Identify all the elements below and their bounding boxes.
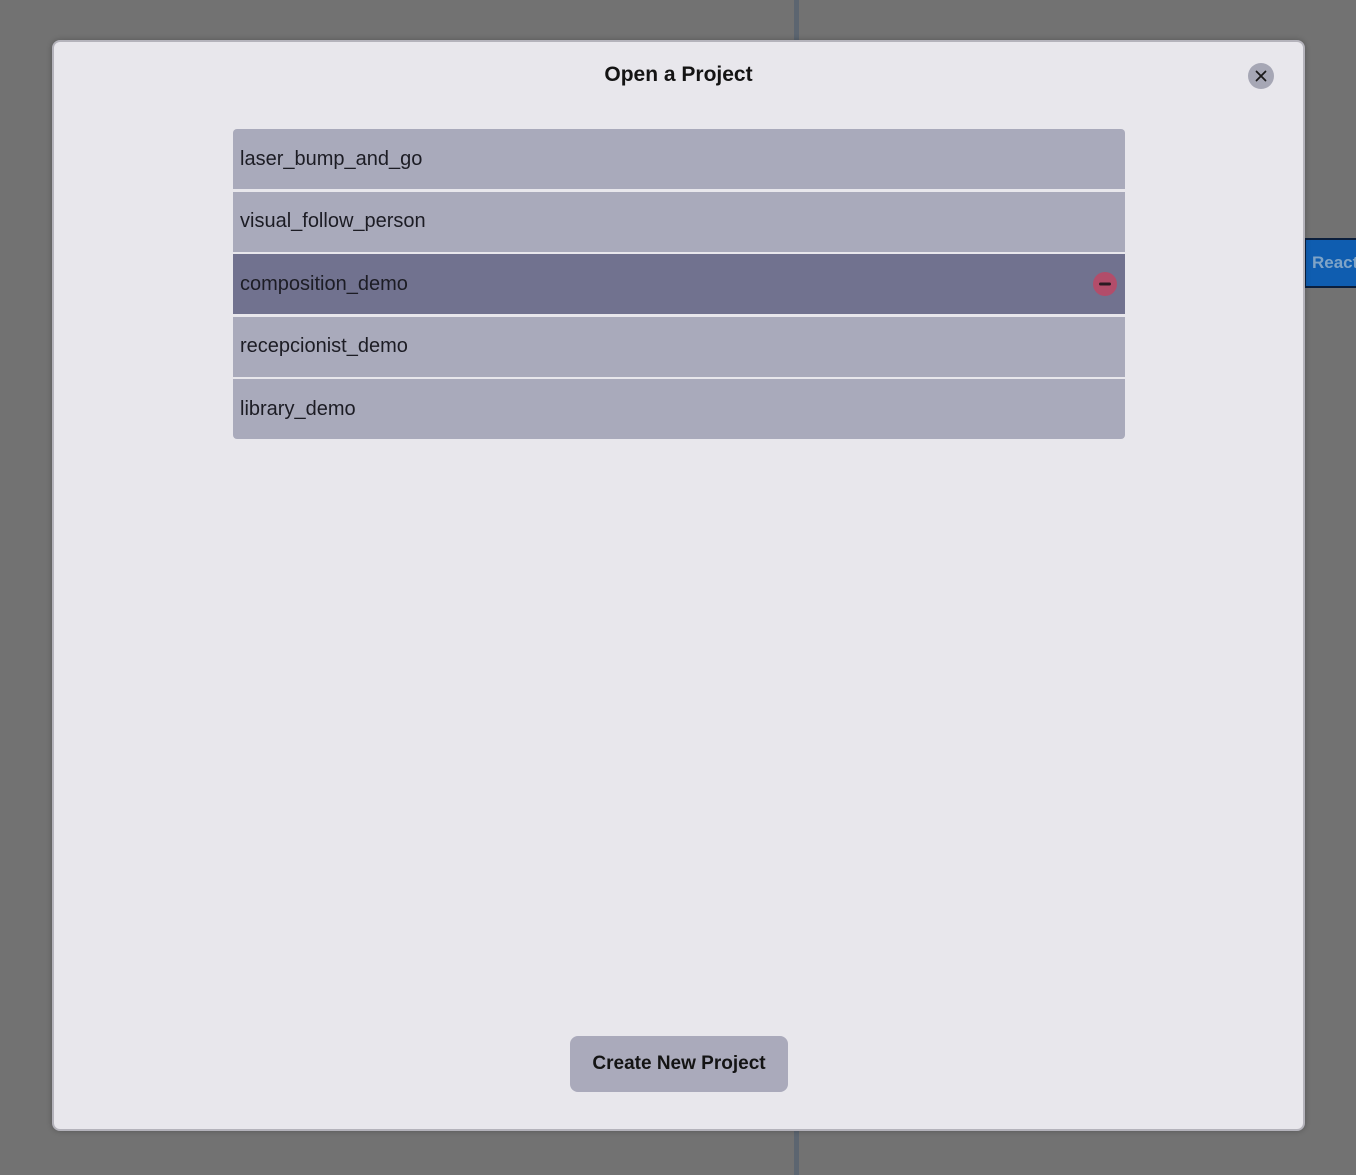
close-button[interactable] xyxy=(1248,63,1274,89)
project-item[interactable]: laser_bump_and_go xyxy=(233,129,1125,189)
open-project-dialog: Open a Project laser_bump_and_go visual_… xyxy=(52,40,1305,1131)
project-item[interactable]: visual_follow_person xyxy=(233,191,1125,252)
dialog-title: Open a Project xyxy=(604,63,753,86)
delete-project-button[interactable] xyxy=(1093,272,1117,296)
project-name: library_demo xyxy=(240,397,356,420)
project-name: visual_follow_person xyxy=(240,210,426,232)
project-item[interactable]: library_demo xyxy=(233,379,1125,439)
project-item[interactable]: recepcionist_demo xyxy=(233,316,1125,377)
project-list: laser_bump_and_go visual_follow_person c… xyxy=(233,129,1125,439)
project-item[interactable]: composition_demo xyxy=(233,254,1125,314)
background-react-button[interactable]: React xyxy=(1304,238,1356,288)
create-new-project-button[interactable]: Create New Project xyxy=(570,1036,788,1092)
project-name: recepcionist_demo xyxy=(240,335,408,357)
close-icon xyxy=(1255,70,1267,82)
project-name: laser_bump_and_go xyxy=(240,147,423,170)
project-name: composition_demo xyxy=(240,272,408,295)
minus-icon xyxy=(1099,282,1111,286)
